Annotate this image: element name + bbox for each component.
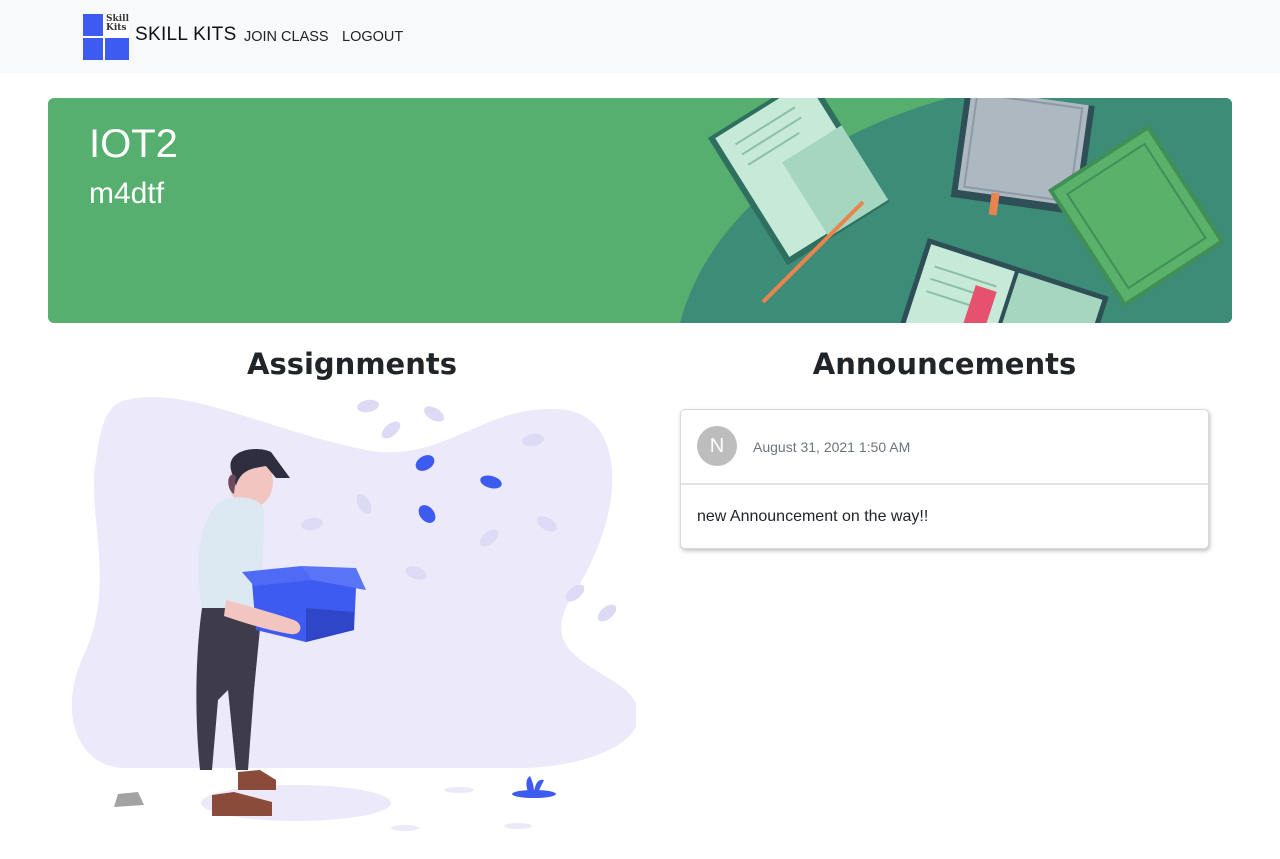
empty-assignments-illustration: [72, 397, 636, 831]
logo-text: Kits: [106, 23, 127, 33]
brand-link[interactable]: Skill Kits SKILL KITS: [83, 14, 237, 60]
logout-link[interactable]: LOGOUT: [342, 29, 403, 45]
skill-kits-logo-icon: Skill Kits: [83, 14, 129, 60]
class-code: m4dtf: [89, 177, 165, 210]
class-banner: IOT2 m4dtf: [48, 98, 1232, 323]
announcement-header: N August 31, 2021 1:50 AM: [681, 410, 1208, 485]
join-class-link[interactable]: JOIN CLASS: [244, 29, 329, 45]
assignments-heading: Assignments: [247, 347, 457, 381]
top-navbar: Skill Kits SKILL KITS JOIN CLASS LOGOUT: [0, 0, 1280, 73]
announcement-card: N August 31, 2021 1:50 AM new Announceme…: [680, 409, 1209, 549]
class-name: IOT2: [89, 122, 178, 166]
books-illustration: [680, 98, 1232, 323]
announcement-text: new Announcement on the way!!: [697, 508, 929, 525]
avatar: N: [697, 426, 737, 466]
brand-name: SKILL KITS: [135, 24, 237, 45]
announcements-heading: Announcements: [812, 347, 1077, 381]
announcement-date: August 31, 2021 1:50 AM: [753, 439, 911, 455]
